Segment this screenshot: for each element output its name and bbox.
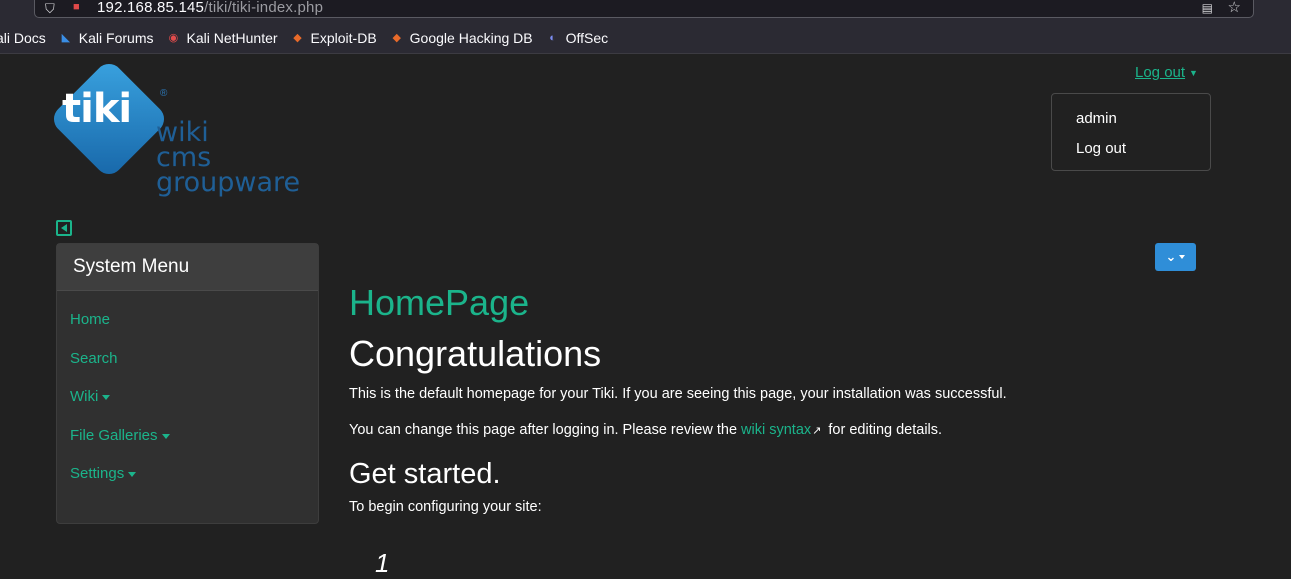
bookmark-kali-forums[interactable]: ◣ Kali Forums: [58, 30, 154, 46]
bookmark-star-icon[interactable]: ☆: [1228, 0, 1241, 16]
caret-down-icon: [161, 433, 170, 439]
logo-registered: ®: [160, 88, 168, 99]
insecure-lock-icon[interactable]: ■: [73, 1, 80, 13]
browser-toolbar: ⛉ ■ 192.168.85.145/tiki/tiki-index.php ▤…: [0, 0, 1291, 22]
caret-down-icon: ▼: [1189, 68, 1198, 79]
bookmarks-bar: ali Docs ◣ Kali Forums ◉ Kali NetHunter ◆ E…: [0, 22, 1291, 54]
menu-item-settings[interactable]: Settings: [57, 465, 318, 504]
caret-down-icon: [1179, 255, 1186, 259]
shield-icon[interactable]: ⛉: [45, 1, 55, 17]
logo-words: wiki cms groupware: [156, 117, 301, 198]
user-dropdown-menu: admin Log out: [1051, 93, 1211, 171]
url-path: /tiki/tiki-index.php: [204, 0, 324, 16]
bookmark-google-hacking-db[interactable]: ◆ Google Hacking DB: [389, 30, 532, 46]
page-title: HomePage: [349, 282, 530, 323]
url-text[interactable]: 192.168.85.145/tiki/tiki-index.php: [97, 0, 323, 16]
heading-get-started: Get started.: [349, 458, 501, 490]
kali-nethunter-icon: ◉: [168, 32, 179, 44]
bookmark-kali-docs[interactable]: ali Docs: [0, 30, 46, 46]
bookmark-exploit-db[interactable]: ◆ Exploit-DB: [290, 30, 376, 46]
intro-paragraph: This is the default homepage for your Ti…: [349, 386, 1007, 402]
main-content: HomePage Congratulations This is the def…: [349, 282, 1209, 578]
system-menu-title: System Menu: [57, 244, 318, 291]
heading-congratulations: Congratulations: [349, 333, 602, 374]
kali-forums-icon: ◣: [61, 32, 71, 44]
menu-item-wiki[interactable]: Wiki: [57, 388, 318, 427]
user-menu-toggle[interactable]: Log out ▼: [1135, 64, 1198, 81]
exploit-db-icon: ◆: [293, 32, 302, 44]
collapse-sidebar-icon[interactable]: [56, 220, 72, 236]
caret-down-icon: [102, 395, 111, 400]
chevron-down-icon: ⌄: [1165, 249, 1177, 264]
caret-down-icon: [128, 472, 137, 477]
page-actions-button[interactable]: ⌄: [1155, 243, 1196, 271]
wiki-syntax-link[interactable]: wiki syntax: [741, 422, 811, 438]
system-menu: System Menu Home Search Wiki File Galler…: [56, 243, 319, 524]
reader-view-icon[interactable]: ▤: [1202, 1, 1213, 15]
tiki-logo[interactable]: tiki ® wiki cms groupware: [48, 58, 302, 198]
change-paragraph: You can change this page after logging i…: [349, 422, 943, 438]
logo-mark: tiki: [62, 86, 132, 132]
dropdown-item-admin[interactable]: admin: [1076, 110, 1117, 127]
menu-item-file-galleries[interactable]: File Galleries: [57, 427, 318, 466]
dropdown-item-logout[interactable]: Log out: [1076, 140, 1126, 157]
configure-paragraph: To begin configuring your site:: [349, 499, 542, 515]
list-number: 1: [375, 548, 390, 578]
url-bar[interactable]: ⛉ ■ 192.168.85.145/tiki/tiki-index.php ▤…: [34, 0, 1254, 18]
ghdb-icon: ◆: [392, 32, 401, 44]
menu-item-home[interactable]: Home: [57, 311, 318, 350]
url-host: 192.168.85.145: [97, 0, 205, 16]
bookmark-kali-nethunter[interactable]: ◉ Kali NetHunter: [165, 30, 278, 46]
menu-item-search[interactable]: Search: [57, 350, 318, 389]
offsec-icon: ◐: [549, 31, 556, 44]
bookmark-offsec[interactable]: ◐ OffSec: [545, 30, 608, 46]
external-link-icon: ↗: [812, 425, 822, 437]
